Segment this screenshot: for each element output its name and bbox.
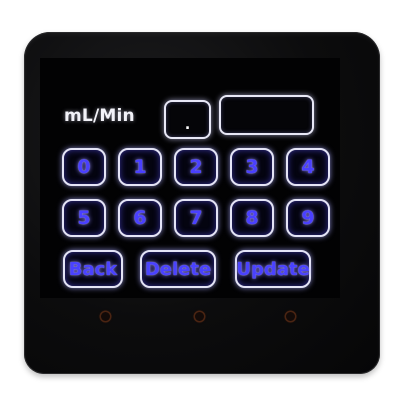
delete-button-label: Delete: [144, 258, 212, 280]
key-8[interactable]: 8: [230, 199, 274, 237]
key-8-label: 8: [245, 207, 259, 229]
key-9[interactable]: 9: [286, 199, 330, 237]
back-button[interactable]: Back: [63, 250, 123, 288]
key-4-label: 4: [301, 156, 315, 178]
decimal-field[interactable]: .: [164, 100, 211, 139]
decimal-field-value: .: [184, 117, 191, 133]
key-0[interactable]: 0: [62, 148, 106, 186]
key-0-label: 0: [77, 156, 91, 178]
key-2[interactable]: 2: [174, 148, 218, 186]
key-4[interactable]: 4: [286, 148, 330, 186]
key-3[interactable]: 3: [230, 148, 274, 186]
indicator-led-center: [195, 312, 204, 321]
key-6-label: 6: [133, 207, 147, 229]
key-7-label: 7: [189, 207, 203, 229]
back-button-label: Back: [68, 258, 118, 280]
update-button-label: Update: [236, 258, 310, 280]
delete-button[interactable]: Delete: [140, 250, 216, 288]
flow-rate-value-field[interactable]: [219, 95, 314, 135]
key-5[interactable]: 5: [62, 199, 106, 237]
key-7[interactable]: 7: [174, 199, 218, 237]
update-button[interactable]: Update: [235, 250, 311, 288]
unit-label: mL/Min: [64, 106, 135, 126]
key-5-label: 5: [77, 207, 91, 229]
key-1-label: 1: [133, 156, 147, 178]
key-2-label: 2: [189, 156, 203, 178]
key-6[interactable]: 6: [118, 199, 162, 237]
stage: mL/Min . 0 1 2 3 4 5 6 7 8 9 Back Delete…: [0, 0, 400, 400]
key-3-label: 3: [245, 156, 259, 178]
key-1[interactable]: 1: [118, 148, 162, 186]
key-9-label: 9: [301, 207, 315, 229]
indicator-led-right: [286, 312, 295, 321]
indicator-led-left: [101, 312, 110, 321]
